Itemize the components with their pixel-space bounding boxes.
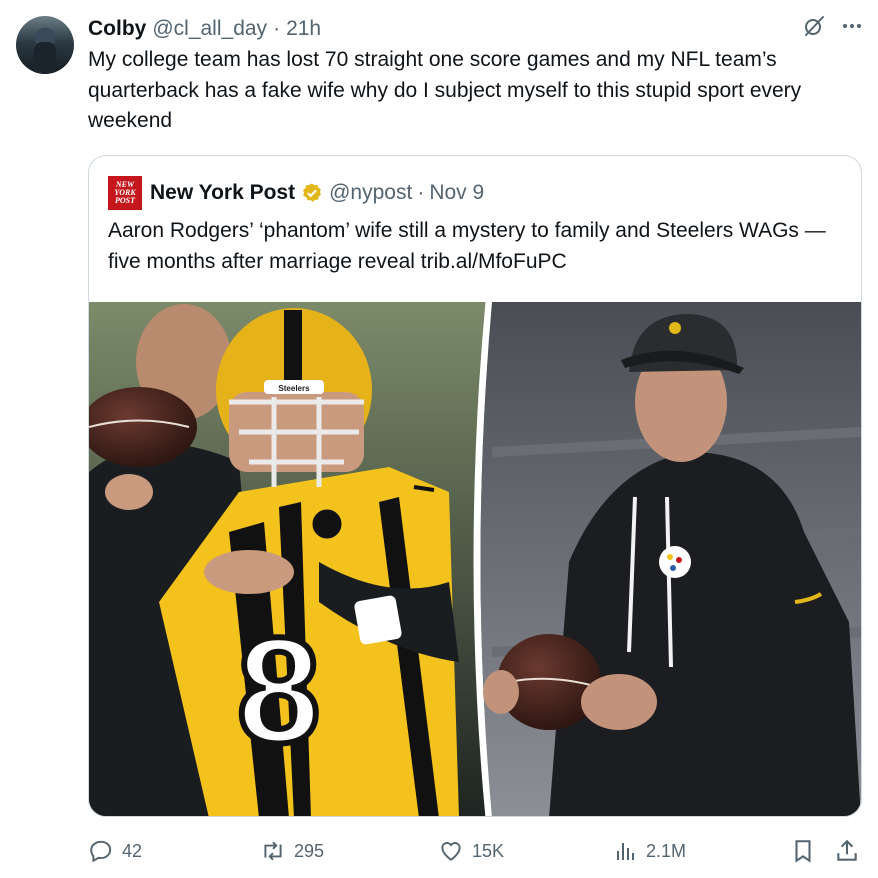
separator-dot: · <box>417 181 425 204</box>
quoted-handle[interactable]: @nypost <box>329 181 412 205</box>
author-name[interactable]: Colby <box>88 17 146 41</box>
like-icon <box>441 842 461 861</box>
left-photo: 8 Steelers <box>89 302 489 816</box>
jersey-number: 8 <box>237 606 320 774</box>
repost-count: 295 <box>294 840 325 861</box>
grok-icon[interactable] <box>802 14 826 44</box>
verified-icon <box>301 182 323 204</box>
nypost-logo[interactable]: NEW YORK POST <box>108 176 142 210</box>
more-icon[interactable] <box>840 14 864 44</box>
share-button[interactable] <box>834 836 860 866</box>
avatar[interactable] <box>16 16 74 74</box>
tweet-text: My college team has lost 70 straight one… <box>88 48 802 132</box>
author-handle[interactable]: @cl_all_day <box>152 17 267 41</box>
share-icon <box>837 839 857 861</box>
helmet-logo: Steelers <box>278 384 310 393</box>
quoted-name[interactable]: New York Post <box>150 181 295 205</box>
quoted-text: Aaron Rodgers’ ‘phantom’ wife still a my… <box>108 219 826 273</box>
action-bar: 42 295 15K 2.1M <box>88 836 864 866</box>
tweet-header: Colby @cl_all_day · 21h <box>88 14 864 44</box>
views-count: 2.1M <box>646 840 687 861</box>
like-button[interactable]: 15K <box>438 836 504 866</box>
quoted-header: NEW YORK POST New York Post @nypost · Nov … <box>108 176 484 210</box>
repost-button[interactable]: 295 <box>260 836 324 866</box>
bookmark-icon <box>795 840 811 863</box>
repost-icon <box>264 841 282 861</box>
reply-icon <box>90 840 112 863</box>
reply-count: 42 <box>122 840 143 861</box>
views-button[interactable]: 2.1M <box>614 836 686 866</box>
views-icon <box>617 843 634 860</box>
separator-dot: · <box>273 17 281 40</box>
quoted-date[interactable]: Nov 9 <box>429 181 484 205</box>
right-photo <box>480 302 861 816</box>
quoted-media[interactable]: 8 Steelers <box>89 301 861 816</box>
reply-button[interactable]: 42 <box>88 836 142 866</box>
bookmark-button[interactable] <box>790 836 816 866</box>
header-icons <box>802 14 864 44</box>
quoted-tweet[interactable]: NEW YORK POST New York Post @nypost · Nov … <box>88 155 862 817</box>
post-time[interactable]: 21h <box>286 17 321 41</box>
like-count: 15K <box>472 840 505 861</box>
